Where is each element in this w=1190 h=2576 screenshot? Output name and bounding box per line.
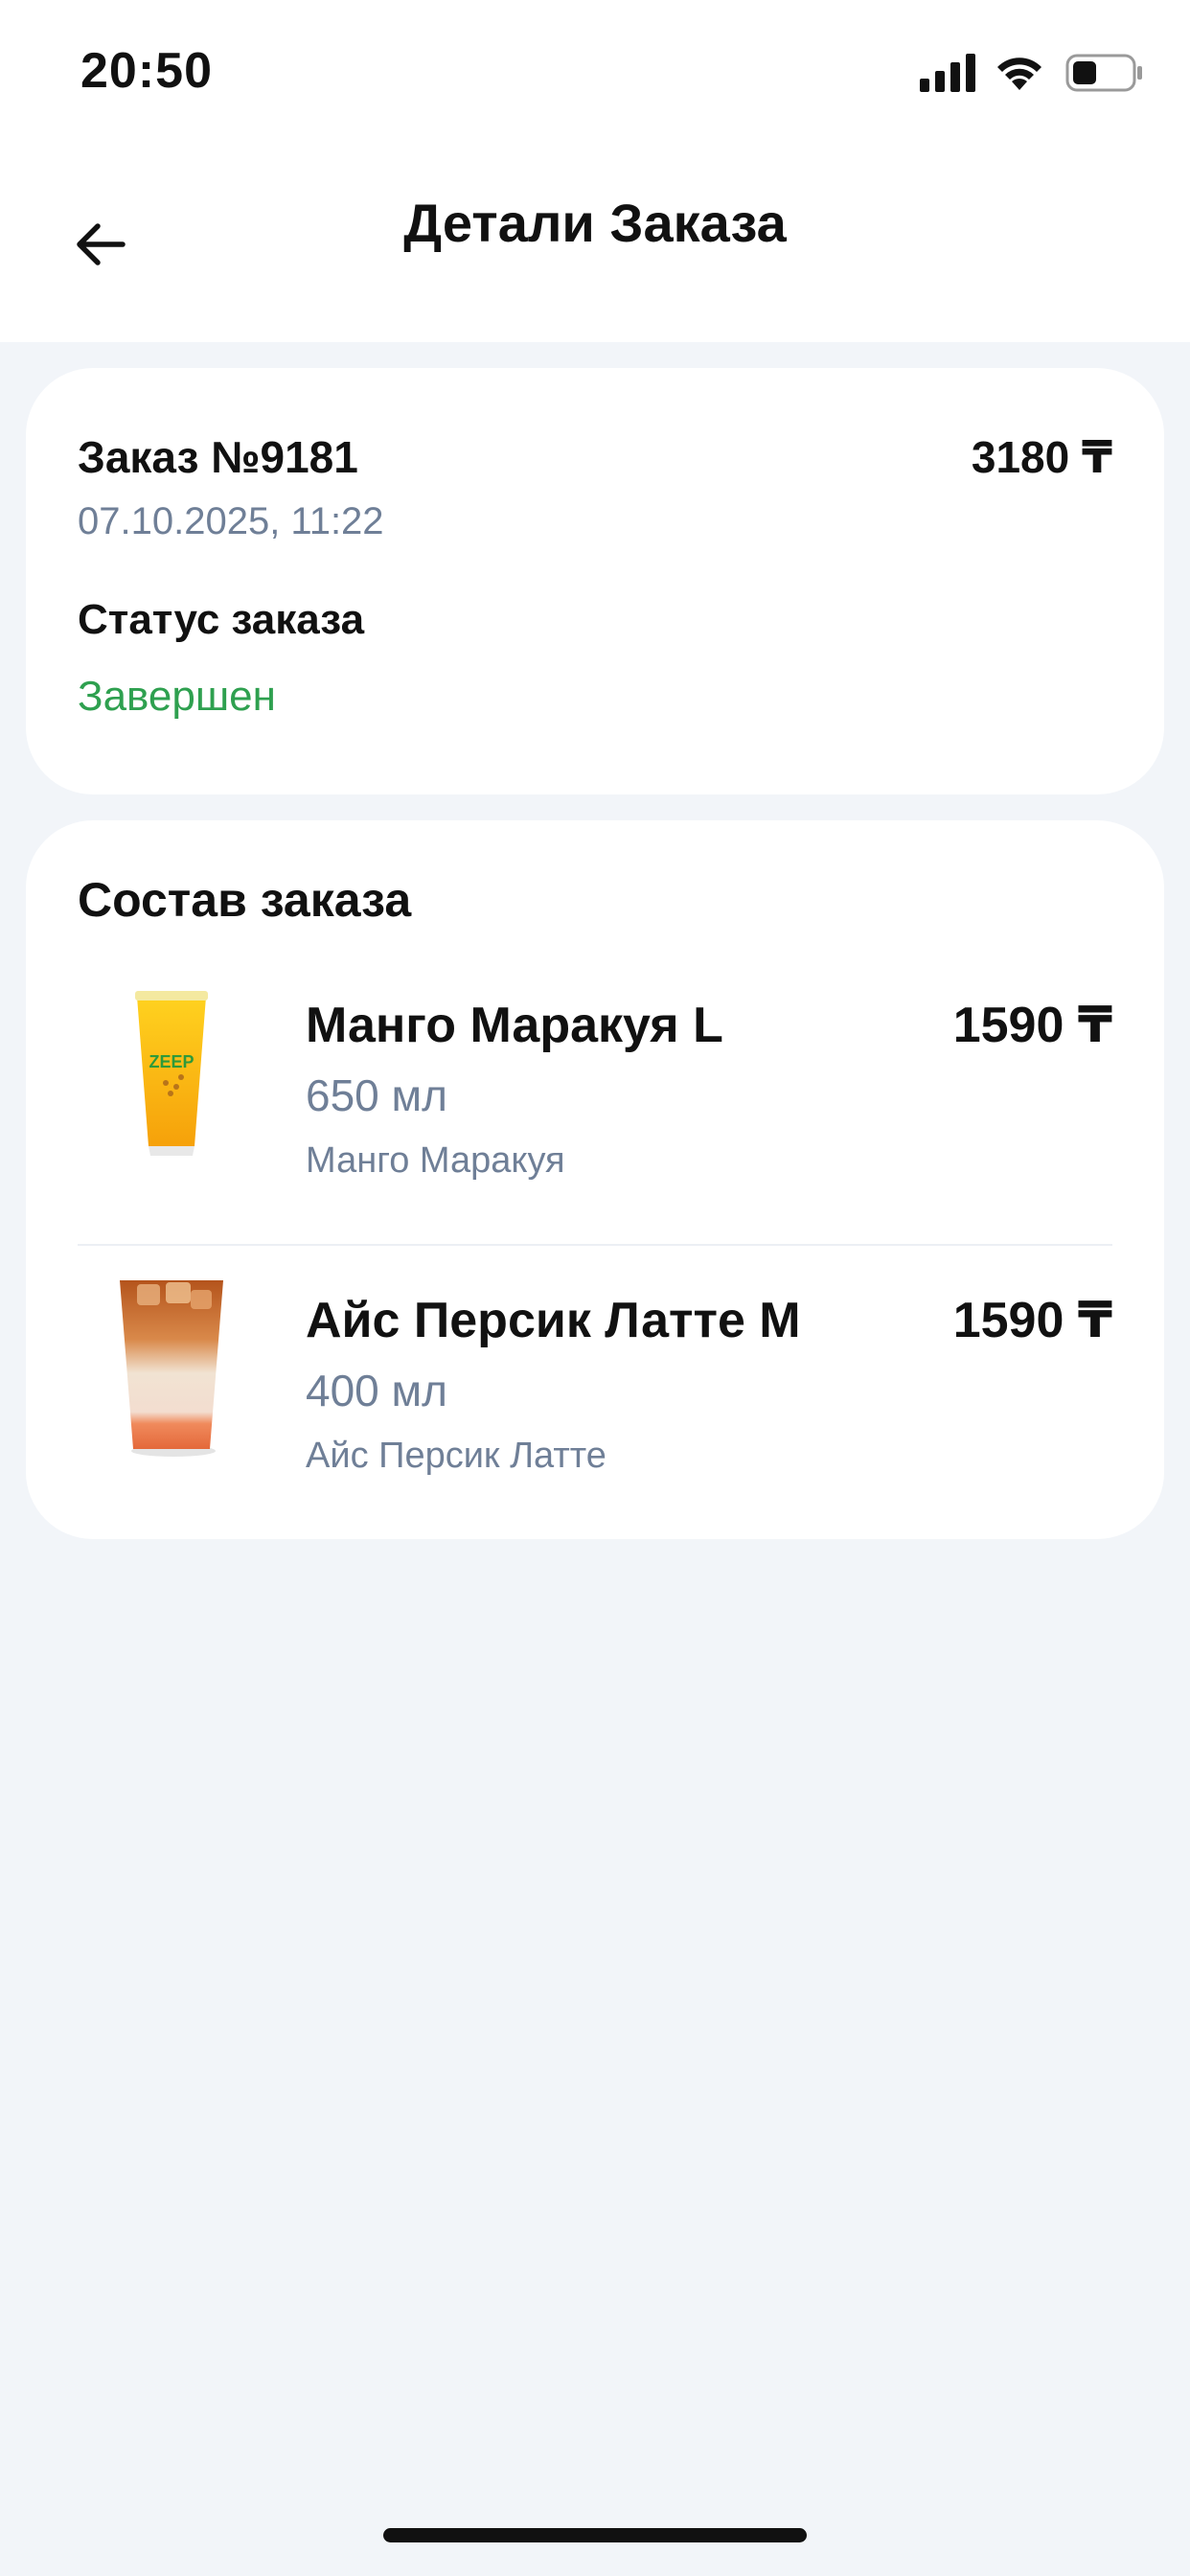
order-composition-card: Состав заказа ZEEP Манго Маракуя L 1590 … — [26, 820, 1164, 1539]
composition-title: Состав заказа — [78, 873, 412, 927]
order-status-value: Завершен — [78, 673, 276, 720]
home-indicator[interactable] — [383, 2528, 807, 2542]
page-title: Детали Заказа — [403, 193, 787, 253]
item-name: Манго Маракуя L — [306, 998, 723, 1053]
status-icons — [920, 48, 1144, 98]
order-total: 3180 ₸ — [971, 432, 1112, 482]
order-number: Заказ №9181 — [78, 432, 358, 482]
order-item[interactable]: Айс Персик Латте M 1590 ₸ 400 мл Айс Пер… — [26, 1273, 1164, 1484]
top-area: 20:50 Детали Заказа — [0, 0, 1190, 342]
mango-passionfruit-drink-image: ZEEP — [135, 991, 208, 1156]
order-summary-card: Заказ №9181 3180 ₸ 07.10.2025, 11:22 Ста… — [26, 368, 1164, 794]
status-time: 20:50 — [80, 43, 213, 99]
wifi-icon — [997, 58, 1041, 90]
order-status-label: Статус заказа — [78, 596, 365, 643]
item-price: 1590 ₸ — [952, 998, 1112, 1053]
item-divider — [78, 1244, 1112, 1246]
item-base-name: Айс Персик Латте — [306, 1436, 606, 1476]
item-volume: 650 мл — [306, 1070, 447, 1120]
order-item[interactable]: ZEEP Манго Маракуя L 1590 ₸ 650 мл Манго… — [26, 978, 1164, 1188]
iced-peach-latte-image — [120, 1280, 223, 1457]
item-name: Айс Персик Латте M — [306, 1293, 801, 1348]
order-date: 07.10.2025, 11:22 — [78, 500, 384, 542]
item-base-name: Манго Маракуя — [306, 1140, 565, 1181]
signal-icon — [920, 54, 975, 92]
svg-text:ZEEP: ZEEP — [149, 1052, 194, 1071]
item-volume: 400 мл — [306, 1366, 447, 1415]
battery-icon — [1065, 54, 1142, 92]
item-price: 1590 ₸ — [952, 1293, 1112, 1348]
